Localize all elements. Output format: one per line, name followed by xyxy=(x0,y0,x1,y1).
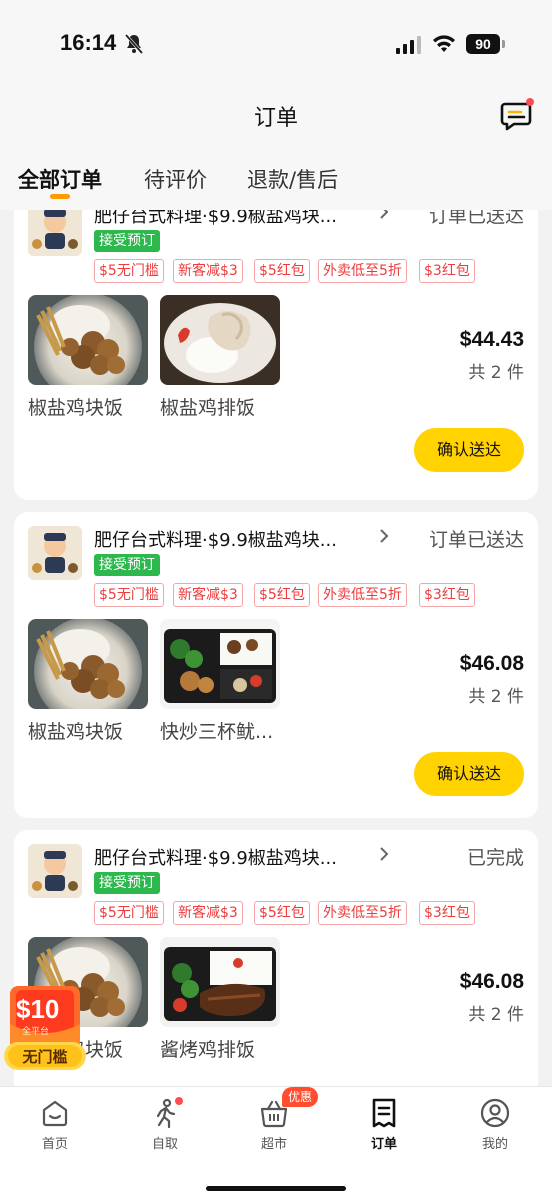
order-card[interactable]: 肥仔台式料理·$9.9椒盐鸡块... 订单已送达 接受预订 $5无门槛 新客减$… xyxy=(14,512,538,818)
tabbar-label: 首页 xyxy=(41,1137,68,1152)
order-card[interactable]: 肥仔台式料理·$9.9椒盐鸡块... 已完成 接受预订 $5无门槛 新客减$3 … xyxy=(14,830,538,1086)
promo-tag: $5红包 xyxy=(254,583,310,607)
promo-tag: $3红包 xyxy=(419,259,475,283)
order-tabs: 全部订单 待评价 退款/售后 xyxy=(0,148,552,210)
item-name: 酱烤鸡排饭 xyxy=(160,1039,256,1061)
order-status: 订单已送达 xyxy=(428,529,524,551)
promo-tag: 外卖低至5折 xyxy=(318,901,407,925)
item-image xyxy=(28,295,148,385)
chevron-right-icon[interactable] xyxy=(378,526,390,546)
store-name[interactable]: 肥仔台式料理·$9.9椒盐鸡块... xyxy=(94,844,364,870)
item-image xyxy=(160,937,280,1027)
item-count: 共 2 件 xyxy=(468,687,524,707)
tabbar-item-pickup[interactable]: 自取 xyxy=(125,1097,205,1152)
promo-tag: 新客减$3 xyxy=(173,259,243,283)
page-title: 订单 xyxy=(253,106,298,131)
order-item[interactable]: 椒盐鸡块饭 xyxy=(28,295,148,420)
promo-tag: 外卖低至5折 xyxy=(318,583,407,607)
status-time: 16:14 xyxy=(60,30,117,55)
promo-tag: $5无门槛 xyxy=(94,583,164,607)
tabbar-label: 自取 xyxy=(151,1137,178,1152)
order-total: $46.08 xyxy=(459,652,524,675)
store-name[interactable]: 肥仔台式料理·$9.9椒盐鸡块... xyxy=(94,210,364,228)
profile-icon xyxy=(480,1098,510,1128)
coupon-amount: $10 xyxy=(16,994,60,1024)
home-icon xyxy=(42,1100,68,1127)
active-tab-indicator xyxy=(50,194,70,199)
item-image xyxy=(160,619,280,709)
orders-icon xyxy=(372,1098,396,1128)
tab-refund-aftersale[interactable]: 退款/售后 xyxy=(247,164,338,194)
preorder-badge: 接受预订 xyxy=(94,554,160,576)
item-count: 共 2 件 xyxy=(468,1005,524,1025)
promo-tag: 新客减$3 xyxy=(173,583,243,607)
coupon-label: 无门槛 xyxy=(22,1048,68,1066)
promo-tag: $5红包 xyxy=(254,901,310,925)
order-item[interactable]: 椒盐鸡排饭 xyxy=(160,295,280,420)
tabbar-label: 超市 xyxy=(260,1137,287,1152)
bell-muted-icon xyxy=(124,34,144,54)
chevron-right-icon[interactable] xyxy=(378,210,390,222)
tabbar-dot xyxy=(175,1097,183,1105)
promo-tag: $5无门槛 xyxy=(94,259,164,283)
header: 订单 xyxy=(0,88,552,148)
status-bar: 16:14 90 xyxy=(0,0,552,88)
promo-tag: $5红包 xyxy=(254,259,310,283)
order-total: $46.08 xyxy=(459,970,524,993)
battery-tip xyxy=(502,40,505,48)
wifi-icon xyxy=(433,35,455,52)
order-total: $44.43 xyxy=(459,328,524,351)
preorder-badge: 接受预订 xyxy=(94,230,160,252)
store-logo[interactable] xyxy=(28,526,82,580)
tab-all-orders[interactable]: 全部订单 xyxy=(18,164,102,194)
order-item[interactable]: 椒盐鸡块饭 xyxy=(28,619,148,744)
item-name: 快炒三杯鱿... xyxy=(160,721,274,743)
promo-tag: $5无门槛 xyxy=(94,901,164,925)
order-status: 订单已送达 xyxy=(428,210,524,227)
item-image xyxy=(160,295,280,385)
floating-coupon[interactable]: $10 全平台 无门槛 xyxy=(2,984,88,1072)
store-logo[interactable] xyxy=(28,844,82,898)
promo-tag: 新客减$3 xyxy=(173,901,243,925)
store-name[interactable]: 肥仔台式料理·$9.9椒盐鸡块... xyxy=(94,526,364,552)
item-name: 椒盐鸡排饭 xyxy=(160,397,256,419)
signal-icon xyxy=(396,36,421,54)
tabbar-item-home[interactable]: 首页 xyxy=(15,1097,95,1152)
item-count: 共 2 件 xyxy=(468,363,524,383)
tabbar-label: 订单 xyxy=(370,1137,397,1152)
preorder-badge: 接受预订 xyxy=(94,872,160,894)
promo-badge: 优惠 xyxy=(282,1087,319,1107)
message-unread-dot xyxy=(526,98,534,106)
coupon-scope: 全平台 xyxy=(22,1027,50,1037)
order-status: 已完成 xyxy=(466,847,524,869)
item-name: 椒盐鸡块饭 xyxy=(28,397,124,419)
tabbar-item-orders[interactable]: 订单 xyxy=(344,1097,424,1152)
bottom-tab-bar: 首页 自取 超市 优惠 订单 我的 xyxy=(0,1086,552,1200)
confirm-delivery-button[interactable]: 确认送达 xyxy=(414,752,524,796)
store-logo[interactable] xyxy=(28,210,82,256)
home-indicator xyxy=(206,1186,346,1191)
order-item[interactable]: 酱烤鸡排饭 xyxy=(160,937,280,1062)
tabbar-label: 我的 xyxy=(481,1137,508,1152)
item-name: 椒盐鸡块饭 xyxy=(28,721,124,743)
order-item[interactable]: 快炒三杯鱿... xyxy=(160,619,280,744)
tabbar-item-profile[interactable]: 我的 xyxy=(455,1097,535,1152)
chevron-right-icon[interactable] xyxy=(378,844,390,864)
promo-tag: $3红包 xyxy=(419,901,475,925)
order-card[interactable]: 肥仔台式料理·$9.9椒盐鸡块... 订单已送达 接受预订 $5无门槛 新客减$… xyxy=(14,210,538,500)
item-image xyxy=(28,619,148,709)
tab-pending-review[interactable]: 待评价 xyxy=(144,164,207,194)
battery-indicator: 90 xyxy=(466,34,500,54)
promo-tag: 外卖低至5折 xyxy=(318,259,407,283)
order-list[interactable]: 肥仔台式料理·$9.9椒盐鸡块... 订单已送达 接受预订 $5无门槛 新客减$… xyxy=(0,210,552,1086)
confirm-delivery-button[interactable]: 确认送达 xyxy=(414,428,524,472)
promo-tag: $3红包 xyxy=(419,583,475,607)
